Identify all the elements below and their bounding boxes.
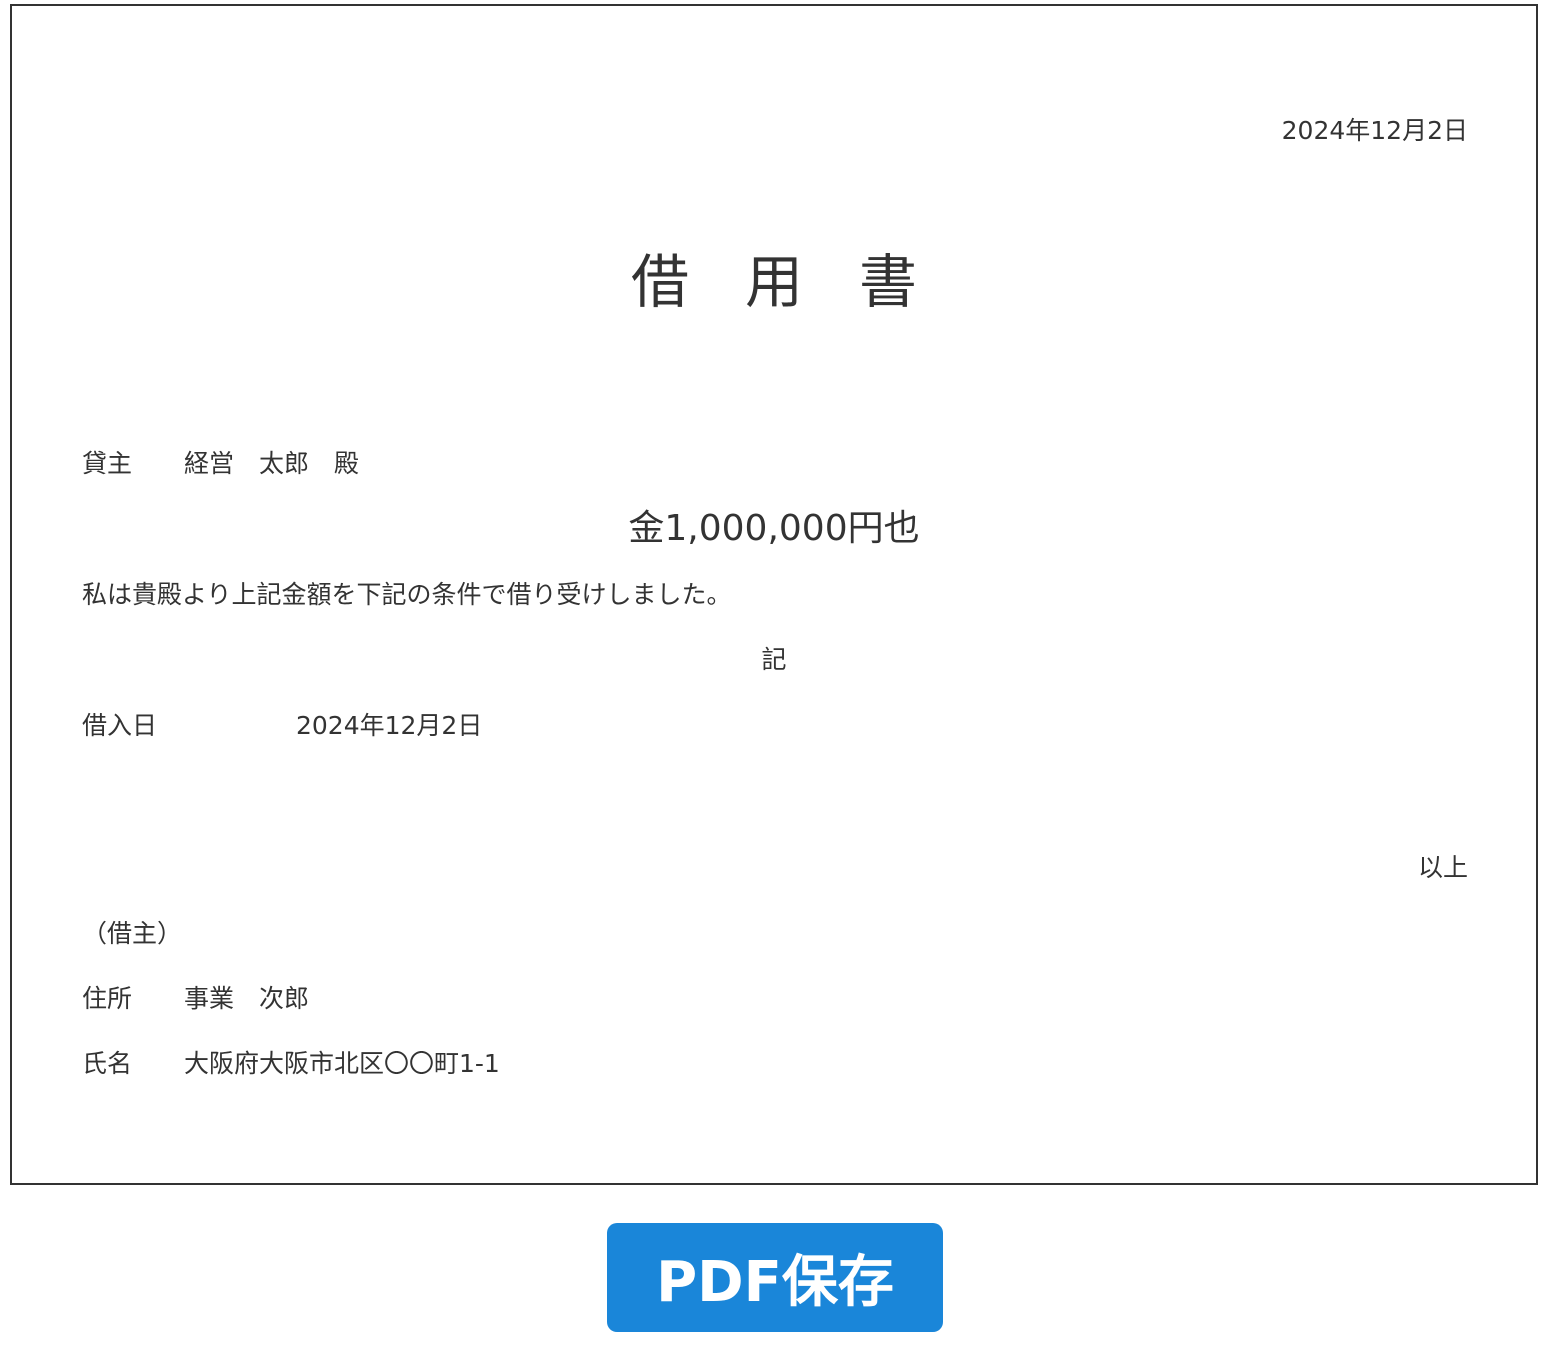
pdf-save-button[interactable]: PDF保存 (607, 1223, 943, 1332)
address-value: 事業 次郎 (184, 984, 310, 1013)
title-char-1: 借 (630, 248, 689, 316)
loan-amount: 金1,000,000円也 (628, 508, 920, 549)
loan-certificate-document: 2024年12月2日 借用書 貸主 経営 太郎 殿 金1,000,000円也 私… (10, 4, 1538, 1185)
loan-statement: 私は貴殿より上記金額を下記の条件で借り受けしました。 (82, 580, 732, 609)
title-char-2: 用 (744, 248, 803, 316)
borrow-date-value: 2024年12月2日 (296, 711, 483, 740)
name-value: 大阪府大阪市北区〇〇町1-1 (184, 1049, 500, 1078)
lender-label: 貸主 (82, 449, 133, 478)
borrow-date-label: 借入日 (82, 711, 158, 740)
name-label: 氏名 (82, 1049, 133, 1078)
document-title: 借用書 (12, 253, 1536, 311)
borrower-heading: （借主） (82, 919, 183, 948)
address-label: 住所 (82, 984, 133, 1013)
lender-name: 経営 太郎 殿 (184, 449, 360, 478)
ki-heading: 記 (761, 645, 787, 674)
document-date: 2024年12月2日 (1281, 116, 1468, 145)
closing-ijou: 以上 (1417, 853, 1468, 882)
title-char-3: 書 (859, 248, 918, 316)
